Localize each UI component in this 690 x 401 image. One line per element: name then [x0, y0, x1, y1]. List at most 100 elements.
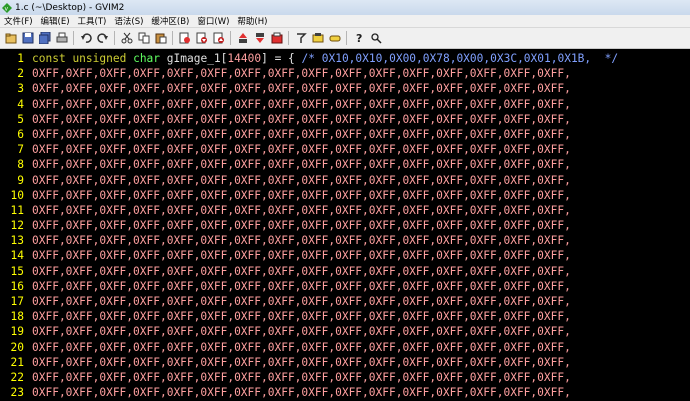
run-script-icon[interactable] — [270, 32, 283, 45]
line-number: 18 — [10, 310, 24, 324]
identifier: gImage_1 — [166, 52, 221, 65]
line-number: 8 — [17, 158, 24, 172]
code-text: 0XFF,0XFF,0XFF,0XFF,0XFF,0XFF,0XFF,0XFF,… — [32, 234, 571, 248]
code-line: 12 0XFF,0XFF,0XFF,0XFF,0XFF,0XFF,0XFF,0XF… — [0, 218, 690, 233]
toolbar-separator — [73, 31, 74, 45]
undo-icon[interactable] — [79, 32, 92, 45]
code-text: 0XFF,0XFF,0XFF,0XFF,0XFF,0XFF,0XFF,0XFF,… — [32, 325, 571, 339]
assign-operator: ] = { — [261, 52, 302, 65]
code-text: 0XFF,0XFF,0XFF,0XFF,0XFF,0XFF,0XFF,0XFF,… — [32, 264, 571, 278]
code-line: 4 0XFF,0XFF,0XFF,0XFF,0XFF,0XFF,0XFF,0XFF… — [0, 97, 690, 112]
vim-app-icon: v — [2, 2, 12, 13]
code-line: 6 0XFF,0XFF,0XFF,0XFF,0XFF,0XFF,0XFF,0XFF… — [0, 127, 690, 142]
code-line: 23 0XFF,0XFF,0XFF,0XFF,0XFF,0XFF,0XFF,0XF… — [0, 385, 690, 400]
line-number: 14 — [10, 249, 24, 263]
make-icon[interactable] — [294, 32, 307, 45]
redo-icon[interactable] — [96, 32, 109, 45]
code-text: 0XFF,0XFF,0XFF,0XFF,0XFF,0XFF,0XFF,0XFF,… — [32, 188, 571, 202]
keyword: const — [32, 52, 66, 65]
find-next-icon[interactable] — [195, 32, 208, 45]
code-line: 7 0XFF,0XFF,0XFF,0XFF,0XFF,0XFF,0XFF,0XFF… — [0, 142, 690, 157]
line-number: 6 — [17, 127, 24, 141]
toolbar-separator — [288, 31, 289, 45]
svg-text:v: v — [5, 5, 9, 12]
code-line: 5 0XFF,0XFF,0XFF,0XFF,0XFF,0XFF,0XFF,0XFF… — [0, 112, 690, 127]
code-line: 22 0XFF,0XFF,0XFF,0XFF,0XFF,0XFF,0XFF,0XF… — [0, 370, 690, 385]
code-text: 0XFF,0XFF,0XFF,0XFF,0XFF,0XFF,0XFF,0XFF,… — [32, 279, 571, 293]
line-number: 17 — [10, 295, 24, 308]
code-line: 13 0XFF,0XFF,0XFF,0XFF,0XFF,0XFF,0XFF,0XF… — [0, 233, 690, 248]
code-line: 15 0XFF,0XFF,0XFF,0XFF,0XFF,0XFF,0XFF,0XF… — [0, 264, 690, 279]
code-line: 20 0XFF,0XFF,0XFF,0XFF,0XFF,0XFF,0XFF,0XF… — [0, 340, 690, 355]
code-text: 0XFF,0XFF,0XFF,0XFF,0XFF,0XFF,0XFF,0XFF,… — [32, 158, 571, 172]
cut-icon[interactable] — [120, 32, 133, 45]
code-text: 0XFF,0XFF,0XFF,0XFF,0XFF,0XFF,0XFF,0XFF,… — [32, 82, 571, 96]
array-size: 14400 — [227, 52, 262, 65]
menu-item[interactable]: 工具(T) — [74, 15, 111, 27]
save-all-icon[interactable] — [38, 32, 51, 45]
shell-icon[interactable] — [311, 32, 324, 45]
menu-item[interactable]: 帮助(H) — [233, 15, 271, 27]
line-number: 5 — [17, 112, 24, 126]
gvim-window: v 1.c (~\Desktop) - GVIM2 文件(F) 编辑(E) 工具(T… — [0, 0, 690, 401]
code-line: 21 0XFF,0XFF,0XFF,0XFF,0XFF,0XFF,0XFF,0XF… — [0, 355, 690, 370]
code-line: 14 0XFF,0XFF,0XFF,0XFF,0XFF,0XFF,0XFF,0XF… — [0, 248, 690, 263]
code-text: 0XFF,0XFF,0XFF,0XFF,0XFF,0XFF,0XFF,0XFF,… — [32, 203, 571, 217]
print-icon[interactable] — [55, 32, 68, 45]
editor-area[interactable]: 1 const unsigned char gImage_1[14400] = … — [0, 51, 690, 401]
code-line: 11 0XFF,0XFF,0XFF,0XFF,0XFF,0XFF,0XFF,0XF… — [0, 203, 690, 218]
paste-icon[interactable] — [154, 32, 167, 45]
toolbar-separator — [172, 31, 173, 45]
menu-item[interactable]: 窗口(W) — [193, 15, 233, 27]
open-icon[interactable] — [4, 32, 17, 45]
toolbar-separator — [346, 31, 347, 45]
line-number: 16 — [10, 279, 24, 293]
svg-text:?: ? — [356, 32, 362, 44]
title-bar: v 1.c (~\Desktop) - GVIM2 — [0, 0, 690, 15]
line-number: 12 — [10, 219, 24, 233]
line-number: 13 — [10, 234, 24, 248]
menu-item[interactable]: 编辑(E) — [37, 15, 74, 27]
code-text: 0XFF,0XFF,0XFF,0XFF,0XFF,0XFF,0XFF,0XFF,… — [32, 355, 571, 369]
code-text: 0XFF,0XFF,0XFF,0XFF,0XFF,0XFF,0XFF,0XFF,… — [32, 386, 571, 400]
menu-item[interactable]: 缓冲区(B) — [147, 15, 193, 27]
window-title: 1.c (~\Desktop) - GVIM2 — [15, 2, 125, 13]
code-line: 1 const unsigned char gImage_1[14400] = … — [0, 51, 690, 66]
code-text: 0XFF,0XFF,0XFF,0XFF,0XFF,0XFF,0XFF,0XFF,… — [32, 219, 571, 233]
copy-icon[interactable] — [137, 32, 150, 45]
save-icon[interactable] — [21, 32, 34, 45]
code-text: 0XFF,0XFF,0XFF,0XFF,0XFF,0XFF,0XFF,0XFF,… — [32, 67, 571, 81]
code-line: 10 0XFF,0XFF,0XFF,0XFF,0XFF,0XFF,0XFF,0XF… — [0, 188, 690, 203]
code-line: 18 0XFF,0XFF,0XFF,0XFF,0XFF,0XFF,0XFF,0XF… — [0, 309, 690, 324]
find-prev-icon[interactable] — [212, 32, 225, 45]
find-help-icon[interactable] — [369, 32, 382, 45]
code-text: 0XFF,0XFF,0XFF,0XFF,0XFF,0XFF,0XFF,0XFF,… — [32, 143, 571, 157]
code-text: 0XFF,0XFF,0XFF,0XFF,0XFF,0XFF,0XFF,0XFF,… — [32, 173, 571, 187]
code-text: 0XFF,0XFF,0XFF,0XFF,0XFF,0XFF,0XFF,0XFF,… — [32, 370, 571, 384]
code-line: 3 0XFF,0XFF,0XFF,0XFF,0XFF,0XFF,0XFF,0XFF… — [0, 81, 690, 96]
line-number: 21 — [10, 355, 24, 369]
line-number: 23 — [10, 386, 24, 400]
line-number: 9 — [17, 173, 24, 187]
menu-item[interactable]: 文件(F) — [0, 15, 37, 27]
line-number: 3 — [17, 82, 24, 96]
line-number: 19 — [10, 325, 24, 339]
help-icon[interactable]: ? — [352, 32, 365, 45]
line-number: 10 — [10, 188, 24, 202]
code-text: 0XFF,0XFF,0XFF,0XFF,0XFF,0XFF,0XFF,0XFF,… — [32, 340, 571, 354]
find-replace-icon[interactable] — [178, 32, 191, 45]
line-number: 1 — [17, 52, 24, 65]
toolbar-separator — [114, 31, 115, 45]
toolbar-separator — [230, 31, 231, 45]
line-number: 4 — [17, 97, 24, 111]
code-comment: /* 0X10,0X10,0X00,0X78,0X00,0X3C,0X01,0X… — [301, 52, 619, 65]
line-number: 2 — [17, 67, 24, 81]
menu-item[interactable]: 语法(S) — [110, 15, 147, 27]
keyword: unsigned — [72, 52, 127, 65]
load-session-icon[interactable] — [236, 32, 249, 45]
code-text: 0XFF,0XFF,0XFF,0XFF,0XFF,0XFF,0XFF,0XFF,… — [32, 97, 571, 111]
code-line: 2 0XFF,0XFF,0XFF,0XFF,0XFF,0XFF,0XFF,0XFF… — [0, 66, 690, 81]
save-session-icon[interactable] — [253, 32, 266, 45]
line-number: 22 — [10, 370, 24, 384]
tags-icon[interactable] — [328, 32, 341, 45]
